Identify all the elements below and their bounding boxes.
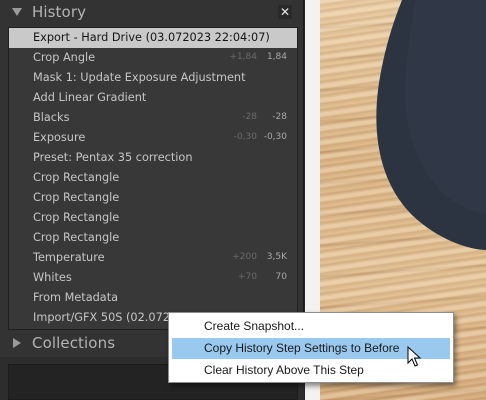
history-item[interactable]: Crop Rectangle xyxy=(9,188,297,208)
history-panel-title: History xyxy=(32,3,87,21)
history-item[interactable]: Whites +70 70 xyxy=(9,268,297,288)
history-item[interactable]: Preset: Pentax 35 correction xyxy=(9,148,297,168)
history-item-label: Exposure xyxy=(33,131,86,144)
history-item[interactable]: Crop Rectangle xyxy=(9,228,297,248)
history-item-label: Export - Hard Drive (03.072023 22:04:07) xyxy=(33,31,270,44)
history-item-label: Add Linear Gradient xyxy=(33,91,147,104)
history-item[interactable]: Blacks -28 -28 xyxy=(9,108,297,128)
history-item-after-value: 3,5K xyxy=(266,252,287,262)
history-item-label: Crop Rectangle xyxy=(33,171,120,184)
history-item[interactable]: Crop Angle +1,84 1,84 xyxy=(9,48,297,68)
menu-item-label: Clear History Above This Step xyxy=(204,363,364,377)
history-item-label: Crop Rectangle xyxy=(33,211,120,224)
history-list: Export - Hard Drive (03.072023 22:04:07)… xyxy=(8,27,298,330)
history-item[interactable]: Mask 1: Update Exposure Adjustment xyxy=(9,68,297,88)
menu-item-label: Create Snapshot... xyxy=(204,319,305,333)
history-item-label: Preset: Pentax 35 correction xyxy=(33,151,193,164)
history-item-before-value: +1,84 xyxy=(229,52,257,62)
history-item-before-value: +70 xyxy=(238,272,257,282)
history-item-after-value: -0,30 xyxy=(263,132,287,142)
triangle-right-icon[interactable] xyxy=(13,338,21,348)
menu-item-label: Copy History Step Settings to Before xyxy=(204,341,400,355)
collections-panel-title: Collections xyxy=(32,334,116,352)
history-item-label: Crop Rectangle xyxy=(33,231,120,244)
history-item-label: Whites xyxy=(33,271,72,284)
history-item-label: Temperature xyxy=(33,251,105,264)
triangle-down-icon[interactable] xyxy=(12,8,22,16)
history-item-label: Crop Angle xyxy=(33,51,96,64)
history-item-before-value: -0,30 xyxy=(233,132,257,142)
menu-item-create-snapshot[interactable]: Create Snapshot... xyxy=(172,316,450,337)
mouse-pointer-icon xyxy=(407,346,421,367)
history-item[interactable]: From Metadata xyxy=(9,288,297,308)
history-item-label: Mask 1: Update Exposure Adjustment xyxy=(33,71,246,84)
history-item[interactable]: Exposure -0,30 -0,30 xyxy=(9,128,297,148)
history-item[interactable]: Temperature +200 3,5K xyxy=(9,248,297,268)
history-item[interactable]: Crop Rectangle xyxy=(9,208,297,228)
history-item-after-value: 70 xyxy=(275,272,287,282)
history-panel-header[interactable]: History ✕ xyxy=(0,0,304,26)
history-item-before-value: -28 xyxy=(242,112,257,122)
history-item-label: Blacks xyxy=(33,111,70,124)
history-item[interactable]: Add Linear Gradient xyxy=(9,88,297,108)
history-item-before-value: +200 xyxy=(232,252,257,262)
history-item-after-value: 1,84 xyxy=(266,52,287,62)
history-item-after-value: -28 xyxy=(272,112,287,122)
close-icon[interactable]: ✕ xyxy=(278,5,292,19)
history-item[interactable]: Export - Hard Drive (03.072023 22:04:07) xyxy=(9,28,297,48)
history-item-label: From Metadata xyxy=(33,291,119,304)
history-item[interactable]: Crop Rectangle xyxy=(9,168,297,188)
history-item-label: Crop Rectangle xyxy=(33,191,120,204)
